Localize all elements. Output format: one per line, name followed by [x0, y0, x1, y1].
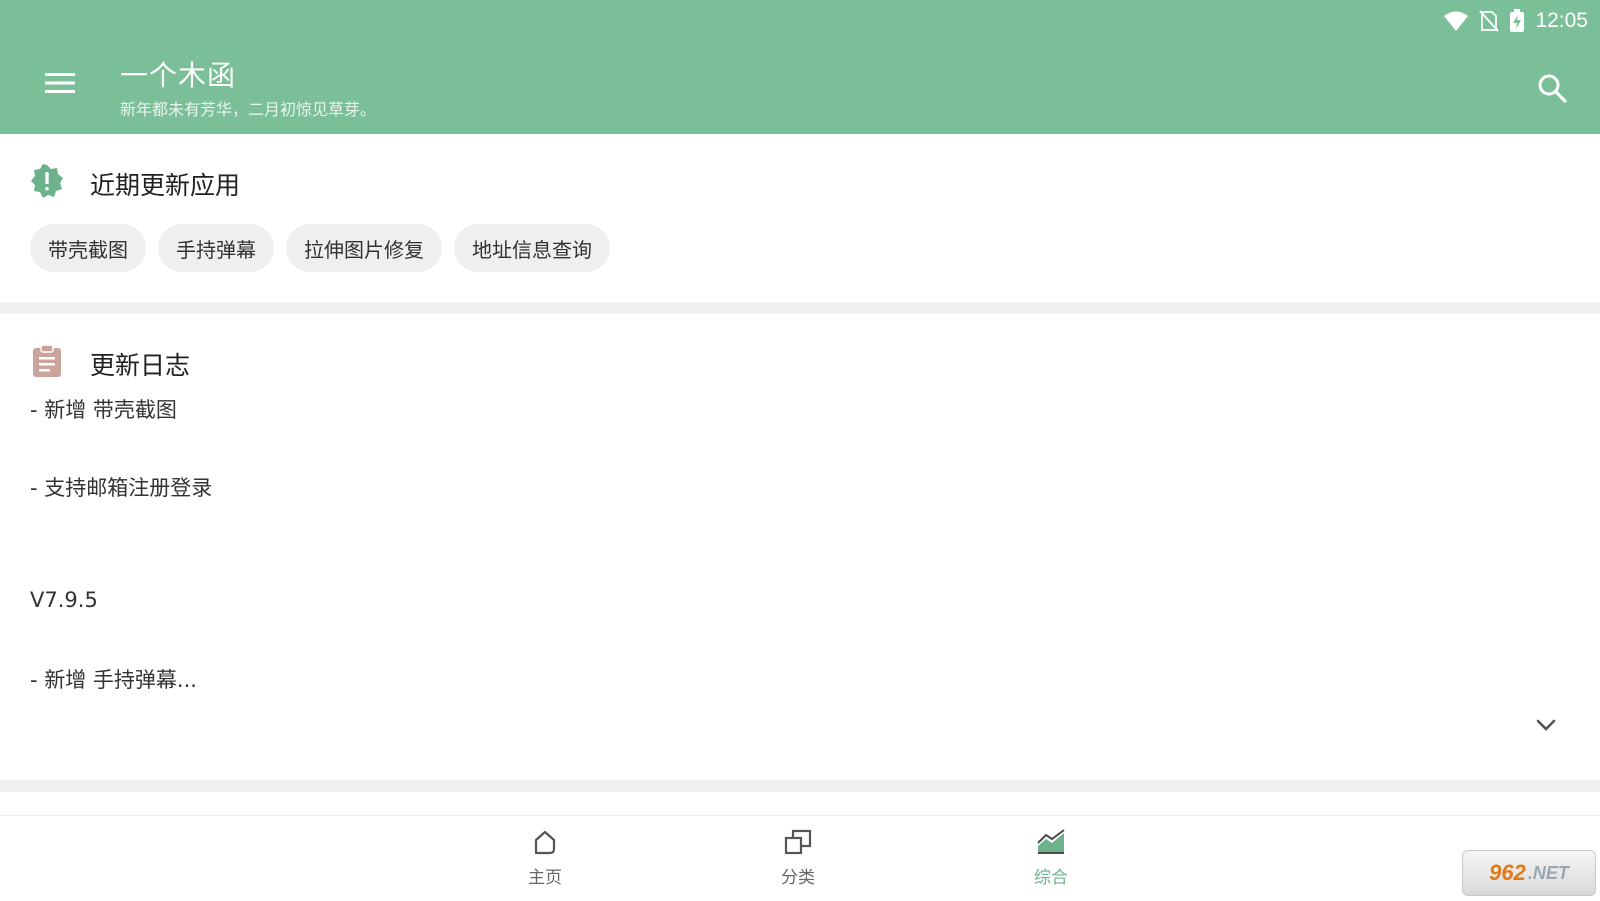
nav-category[interactable]: 分类	[718, 816, 878, 901]
app-subtitle: 新年都未有芳华，二月初惊见草芽。	[120, 100, 377, 119]
changelog-section: 更新日志 - 新增 带壳截图 - 支持邮箱注册登录 V7.9.5 - 新增 手持…	[0, 314, 1600, 780]
chip-handheld-danmaku[interactable]: 手持弹幕	[158, 224, 274, 272]
chip-stretch-image-fix[interactable]: 拉伸图片修复	[286, 224, 442, 272]
no-sim-icon	[1479, 10, 1500, 32]
status-time: 12:05	[1535, 9, 1588, 32]
changelog-line: - 新增 手持弹幕...	[30, 668, 197, 692]
battery-charging-icon	[1509, 9, 1525, 33]
status-bar: 12:05	[1443, 6, 1588, 36]
search-icon	[1537, 73, 1567, 107]
nav-composite-label: 综合	[1034, 868, 1068, 888]
bottom-navigation: 主页 分类 综合	[0, 815, 1600, 901]
section-divider	[0, 780, 1600, 792]
chart-icon	[1036, 829, 1066, 859]
home-icon	[532, 829, 558, 859]
app-title: 一个木函	[120, 59, 237, 92]
chevron-down-icon	[1536, 717, 1556, 736]
app-bar: 12:05 一个木函 新年都未有芳华，二月初惊见草芽。	[0, 0, 1600, 134]
expand-changelog-button[interactable]	[1532, 712, 1560, 740]
changelog-version: V7.9.5	[30, 588, 98, 612]
changelog-line: - 新增 带壳截图	[30, 398, 177, 422]
search-button[interactable]	[1530, 68, 1574, 112]
changelog-title: 更新日志	[90, 351, 191, 380]
clipboard-icon	[30, 344, 64, 378]
recent-apps-title: 近期更新应用	[90, 171, 241, 200]
category-icon	[784, 829, 812, 859]
chip-group: 带壳截图 手持弹幕 拉伸图片修复 地址信息查询	[30, 224, 610, 272]
nav-home[interactable]: 主页	[465, 816, 625, 901]
menu-icon	[45, 72, 75, 98]
nav-category-label: 分类	[781, 868, 815, 888]
changelog-line: - 支持邮箱注册登录	[30, 476, 213, 500]
site-watermark-logo: 962 .NET	[1462, 850, 1596, 896]
menu-button[interactable]	[40, 68, 80, 102]
recent-apps-section: 近期更新应用 带壳截图 手持弹幕 拉伸图片修复 地址信息查询	[0, 134, 1600, 302]
alert-badge-icon	[30, 164, 64, 198]
wifi-icon	[1443, 10, 1469, 32]
nav-home-label: 主页	[528, 868, 562, 888]
chip-daike-screenshot[interactable]: 带壳截图	[30, 224, 146, 272]
chip-address-lookup[interactable]: 地址信息查询	[454, 224, 610, 272]
section-divider	[0, 302, 1600, 314]
nav-composite[interactable]: 综合	[971, 816, 1131, 901]
